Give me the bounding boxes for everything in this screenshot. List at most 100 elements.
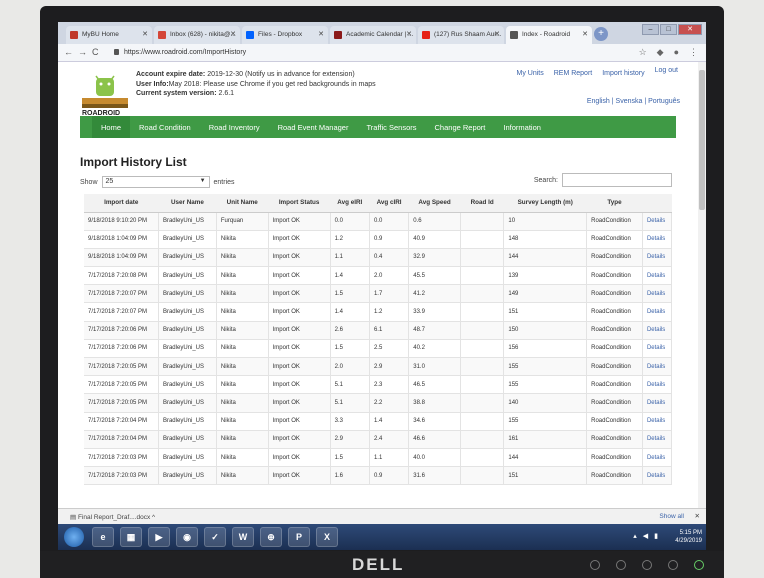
details-link[interactable]: Details <box>642 248 673 268</box>
excel-icon[interactable]: X <box>316 527 338 547</box>
table-cell: 1.1 <box>330 248 370 268</box>
details-link[interactable]: Details <box>642 339 673 359</box>
link-import-history[interactable]: Import history <box>602 70 644 77</box>
nav-information[interactable]: Information <box>494 116 550 138</box>
browser-tab[interactable]: MyBU Home ✕ <box>66 26 152 44</box>
link-log-out[interactable]: Log out <box>655 67 678 74</box>
details-link[interactable]: Details <box>642 448 673 468</box>
column-header[interactable]: Survey Length (m) <box>503 194 587 213</box>
back-icon[interactable]: ← <box>64 47 73 57</box>
tab-label: Files - Dropbox <box>258 31 303 38</box>
tab-close-icon[interactable]: ✕ <box>582 30 588 38</box>
arrow-up-icon[interactable]: ▴ <box>633 532 637 540</box>
details-link[interactable]: Details <box>642 230 673 249</box>
tab-label: Academic Calendar | ... <box>346 31 414 38</box>
table-cell: 7/17/2018 7:20:05 PM <box>84 393 159 413</box>
browser-tab[interactable]: Inbox (628) - nikita@... ✕ <box>154 26 240 44</box>
explorer-icon[interactable]: ▦ <box>120 527 142 547</box>
column-header[interactable]: Unit Name <box>216 194 269 213</box>
new-tab-button[interactable]: + <box>594 27 608 41</box>
nav-change-report[interactable]: Change Report <box>426 116 495 138</box>
download-item-label: Final Report_Draf....docx <box>77 514 151 521</box>
table-row: 7/17/2018 7:20:05 PM BradleyUni_US Nikita I… <box>84 393 673 413</box>
nav-road-condition[interactable]: Road Condition <box>130 116 200 138</box>
details-link[interactable]: Details <box>642 430 673 449</box>
show-all-button[interactable]: Show all <box>659 513 684 520</box>
browser-tab[interactable]: (127) Rus Shaam Aur... ✕ <box>418 26 504 44</box>
minimize-icon[interactable]: – <box>642 24 659 35</box>
browser-tab[interactable]: Index - Roadroid ✕ <box>506 26 592 44</box>
nav-traffic-sensors[interactable]: Traffic Sensors <box>357 116 425 138</box>
url-input[interactable]: https://www.roadroid.com/ImportHistory <box>124 49 246 56</box>
details-link[interactable]: Details <box>642 266 673 286</box>
table-cell: BradleyUni_US <box>158 248 217 268</box>
column-header[interactable]: Import Status <box>268 194 331 213</box>
language-links[interactable]: English | Svenska | Português <box>587 98 680 105</box>
tab-close-icon[interactable]: ✕ <box>406 30 412 38</box>
powerpoint-icon[interactable]: P <box>288 527 310 547</box>
table-cell: Import OK <box>268 339 331 359</box>
word-icon[interactable]: W <box>232 527 254 547</box>
link-rem-report[interactable]: REM Report <box>554 70 593 77</box>
nav-home[interactable]: Home <box>92 116 131 138</box>
ie-icon[interactable]: e <box>92 527 114 547</box>
column-header[interactable]: Type <box>586 194 643 213</box>
volume-icon[interactable]: ◀ <box>643 532 648 540</box>
nav-road-inventory[interactable]: Road Inventory <box>200 116 269 138</box>
details-link[interactable]: Details <box>642 412 673 431</box>
link-my-units[interactable]: My Units <box>516 70 543 77</box>
browser-tab[interactable]: Files - Dropbox ✕ <box>242 26 328 44</box>
close-window-icon[interactable]: ✕ <box>678 24 702 35</box>
details-link[interactable]: Details <box>642 466 673 486</box>
app-icon[interactable]: ✓ <box>204 527 226 547</box>
entries-select[interactable]: 25 ▼ <box>101 176 210 188</box>
chrome-icon[interactable]: ◉ <box>176 527 198 547</box>
column-header[interactable]: Road Id <box>460 194 504 213</box>
tab-close-icon[interactable]: ✕ <box>494 30 500 38</box>
tab-label: Inbox (628) - nikita@... <box>170 31 236 38</box>
nav-road-event-manager[interactable]: Road Event Manager <box>269 116 358 138</box>
table-cell: 6.1 <box>369 321 410 340</box>
column-header[interactable]: Import date <box>84 194 159 213</box>
profile-icon[interactable]: ● <box>674 47 679 58</box>
chevron-up-icon[interactable]: ^ <box>152 514 155 521</box>
search-input[interactable] <box>562 173 672 187</box>
details-link[interactable]: Details <box>642 393 673 413</box>
column-header[interactable]: Avg Speed <box>408 194 461 213</box>
forward-icon[interactable]: → <box>78 47 87 57</box>
table-cell: Nikita <box>216 430 269 449</box>
details-link[interactable]: Details <box>642 375 673 395</box>
details-link[interactable]: Details <box>642 302 673 322</box>
download-item[interactable]: ▤ Final Report_Draf....docx ^ <box>70 513 155 521</box>
tab-close-icon[interactable]: ✕ <box>230 30 236 38</box>
column-header[interactable]: User Name <box>158 194 217 213</box>
vertical-scrollbar[interactable] <box>698 62 706 508</box>
details-link[interactable]: Details <box>642 212 673 231</box>
column-header[interactable]: Avg cIRI <box>369 194 409 213</box>
table-cell <box>460 430 505 449</box>
details-link[interactable]: Details <box>642 284 673 304</box>
menu-icon[interactable]: ⋮ <box>689 47 698 58</box>
star-icon[interactable]: ☆ <box>639 47 647 58</box>
details-link[interactable]: Details <box>642 321 673 340</box>
app-icon-2[interactable]: ⊕ <box>260 527 282 547</box>
table-cell: BradleyUni_US <box>158 375 217 395</box>
extension-icon[interactable]: ◆ <box>657 47 664 58</box>
details-link[interactable]: Details <box>642 357 673 377</box>
close-icon[interactable]: ✕ <box>695 512 700 520</box>
table-row: 9/18/2018 1:04:09 PM BradleyUni_US Nikita I… <box>84 248 673 268</box>
start-button[interactable] <box>64 527 84 547</box>
tab-close-icon[interactable]: ✕ <box>142 30 148 38</box>
account-info: Account expire date: 2019-12-30 (Notify … <box>136 70 376 99</box>
chevron-down-icon: ▼ <box>199 178 206 184</box>
network-icon[interactable]: ▮ <box>654 532 658 540</box>
scrollbar-thumb[interactable] <box>699 70 705 210</box>
tab-close-icon[interactable]: ✕ <box>318 30 324 38</box>
media-icon[interactable]: ▶ <box>148 527 170 547</box>
browser-tab[interactable]: Academic Calendar | ... ✕ <box>330 26 416 44</box>
column-header[interactable]: Avg eIRI <box>330 194 370 213</box>
clock[interactable]: 5:15 PM 4/29/2019 <box>675 529 702 545</box>
reload-icon[interactable]: C <box>92 47 99 57</box>
column-header[interactable] <box>642 194 672 213</box>
maximize-icon[interactable]: □ <box>660 24 677 35</box>
